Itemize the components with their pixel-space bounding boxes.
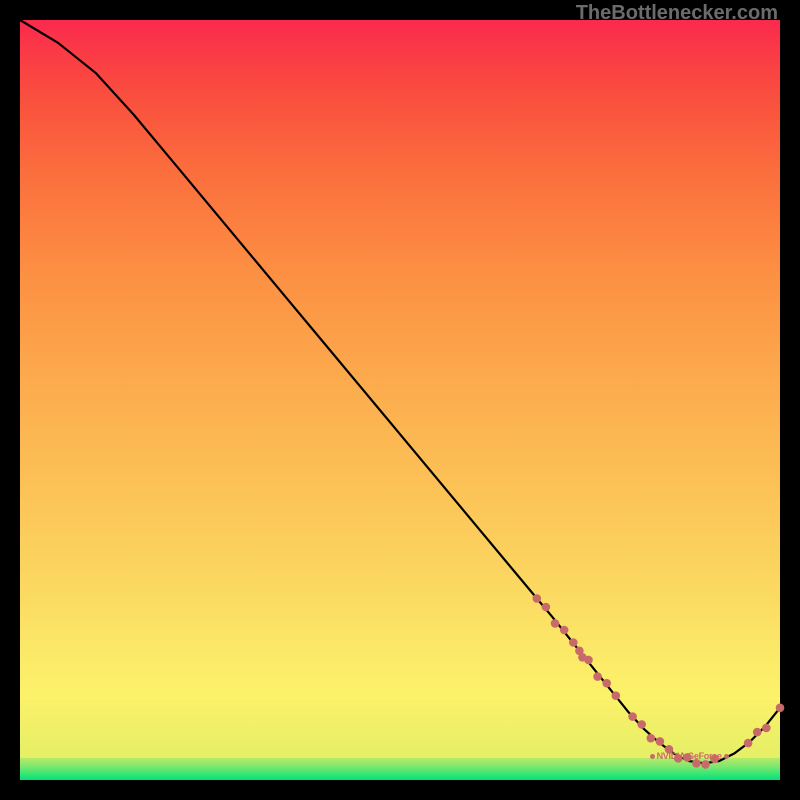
data-point	[542, 603, 551, 612]
data-point	[656, 737, 665, 746]
data-point	[612, 691, 621, 700]
scatter-points	[533, 594, 785, 769]
data-point	[647, 734, 656, 743]
annotation-text: NVIDIA GeForce	[657, 751, 722, 761]
bottleneck-curve	[20, 20, 780, 763]
annotation-dot-left	[650, 754, 655, 759]
data-point	[744, 739, 753, 748]
series-annotation: NVIDIA GeForce	[650, 751, 729, 761]
data-point	[628, 712, 637, 721]
data-point	[584, 656, 593, 665]
data-point	[533, 594, 542, 603]
data-point	[551, 619, 560, 628]
data-point	[560, 626, 569, 635]
data-point	[569, 638, 578, 647]
chart-container: TheBottlenecker.com NVIDIA GeForce	[0, 0, 800, 800]
plot-area: NVIDIA GeForce	[20, 20, 780, 780]
data-point	[637, 720, 646, 729]
annotation-dot-right	[724, 754, 729, 759]
data-point	[753, 728, 762, 737]
data-point	[602, 679, 611, 688]
data-point	[762, 724, 771, 733]
data-point	[575, 647, 584, 656]
curve-svg	[20, 20, 780, 780]
data-point	[701, 760, 710, 769]
data-point	[776, 704, 785, 713]
data-point	[593, 672, 602, 681]
